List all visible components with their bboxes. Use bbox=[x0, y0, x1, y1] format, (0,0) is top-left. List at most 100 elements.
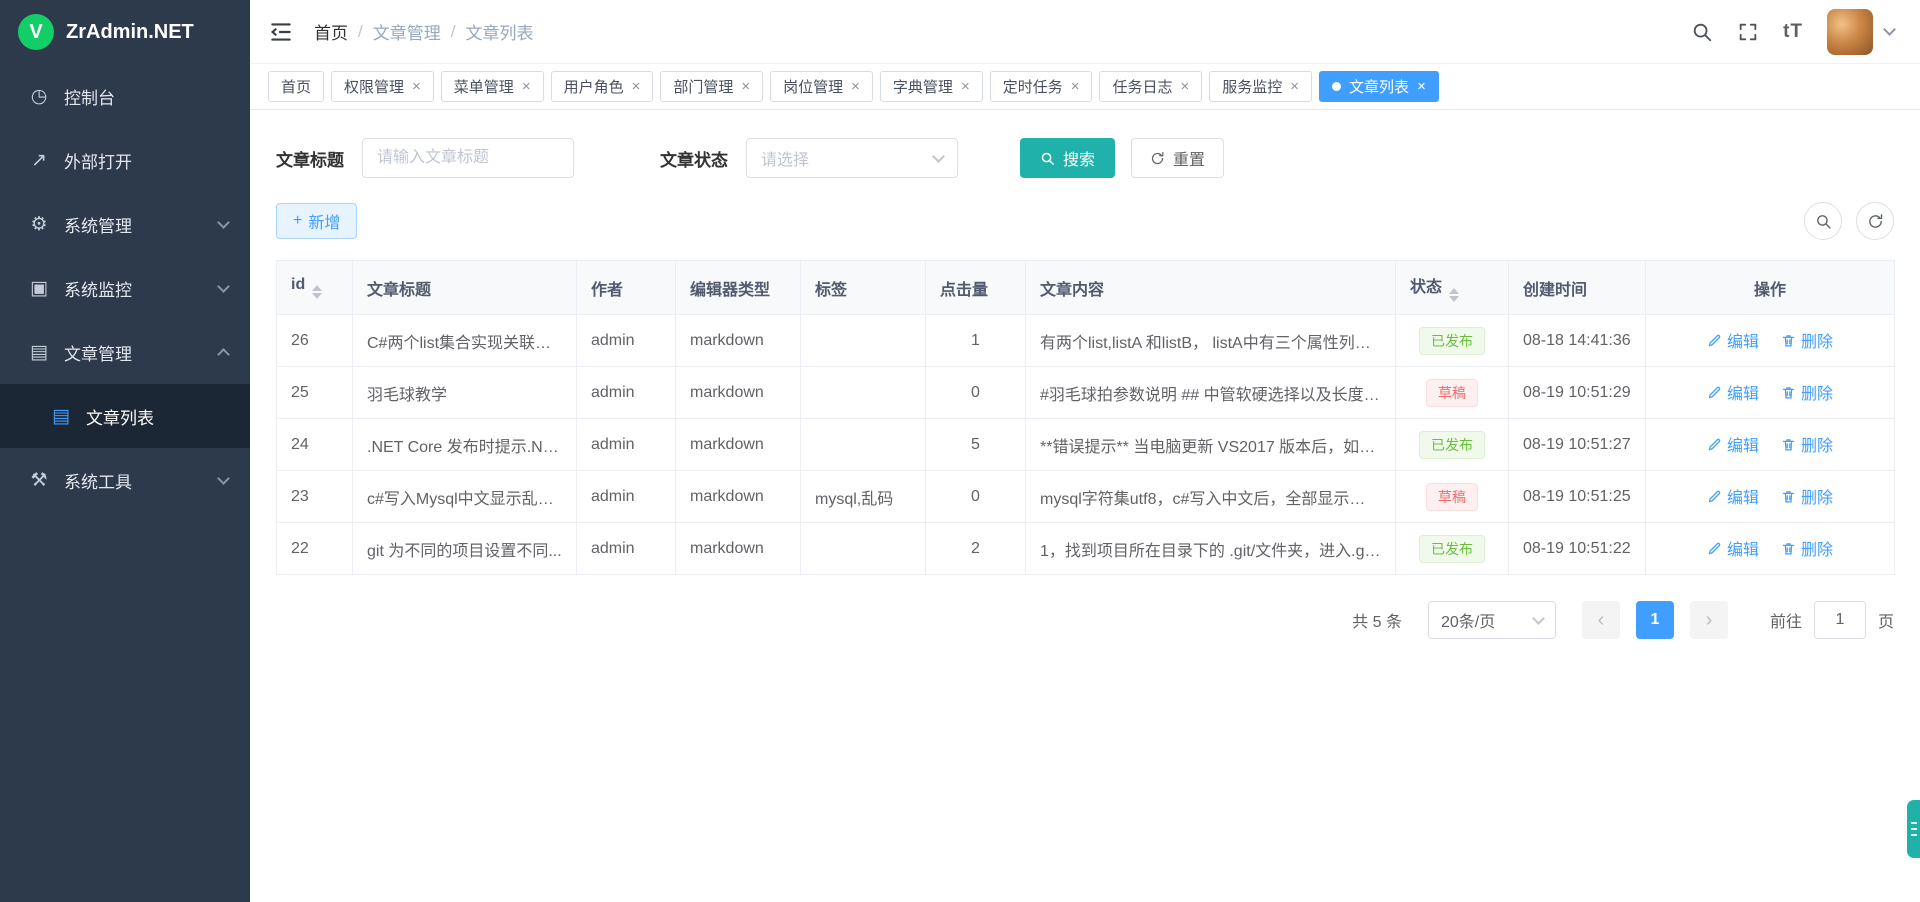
cell-clicks: 0 bbox=[926, 367, 1026, 419]
delete-link[interactable]: 删除 bbox=[1781, 380, 1833, 404]
cell-id: 22 bbox=[277, 523, 353, 575]
cell-ops: 编辑删除 bbox=[1646, 471, 1895, 523]
search-button[interactable]: 搜索 bbox=[1020, 138, 1115, 178]
cell-tag bbox=[801, 367, 926, 419]
delete-icon bbox=[1781, 437, 1796, 452]
next-page-button[interactable]: › bbox=[1690, 601, 1728, 639]
sidebar-item-label: 系统监控 bbox=[64, 276, 132, 301]
sidebar-item-article-list[interactable]: ▤文章列表 bbox=[0, 384, 250, 448]
cell-content: **错误提示** 当电脑更新 VS2017 版本后，如果... bbox=[1026, 419, 1396, 471]
cell-status: 草稿 bbox=[1396, 367, 1509, 419]
active-dot-icon bbox=[1332, 82, 1341, 91]
reset-button[interactable]: 重置 bbox=[1131, 138, 1224, 178]
refresh-icon bbox=[1867, 213, 1884, 230]
tag-item[interactable]: 文章列表× bbox=[1319, 71, 1439, 102]
cell-created: 08-19 10:51:27 bbox=[1509, 419, 1646, 471]
tag-item[interactable]: 权限管理× bbox=[331, 71, 434, 102]
column-header-id[interactable]: id bbox=[277, 261, 353, 315]
search-icon[interactable] bbox=[1691, 21, 1713, 43]
page-size-select[interactable]: 20条/页 bbox=[1428, 601, 1556, 639]
delete-link[interactable]: 删除 bbox=[1781, 328, 1833, 352]
delete-icon bbox=[1781, 385, 1796, 400]
breadcrumb-item[interactable]: 首页 bbox=[314, 19, 348, 44]
sidebar-item-label: 文章管理 bbox=[64, 340, 132, 365]
breadcrumb-item[interactable]: 文章管理 bbox=[373, 19, 441, 44]
tag-item[interactable]: 岗位管理× bbox=[770, 71, 873, 102]
app-title: ZrAdmin.NET bbox=[66, 21, 194, 44]
close-icon[interactable]: × bbox=[1181, 78, 1190, 95]
filter-form: 文章标题 文章状态 请选择 搜索 重置 bbox=[250, 110, 1920, 178]
cell-editor: markdown bbox=[676, 315, 801, 367]
cell-content: 1，找到项目所在目录下的 .git/文件夹，进入.git/... bbox=[1026, 523, 1396, 575]
tag-item[interactable]: 服务监控× bbox=[1209, 71, 1312, 102]
sidebar-item-article-management[interactable]: ▤文章管理 bbox=[0, 320, 250, 384]
tag-item[interactable]: 任务日志× bbox=[1099, 71, 1202, 102]
cell-tag bbox=[801, 523, 926, 575]
close-icon[interactable]: × bbox=[522, 78, 531, 95]
column-header-editor: 编辑器类型 bbox=[676, 261, 801, 315]
delete-link[interactable]: 删除 bbox=[1781, 432, 1833, 456]
close-icon[interactable]: × bbox=[632, 78, 641, 95]
tag-item[interactable]: 定时任务× bbox=[990, 71, 1093, 102]
user-avatar[interactable] bbox=[1827, 9, 1873, 55]
tag-item[interactable]: 首页 bbox=[268, 71, 324, 102]
cell-id: 24 bbox=[277, 419, 353, 471]
sidebar-item-system-management[interactable]: ⚙系统管理 bbox=[0, 192, 250, 256]
font-size-icon[interactable]: tT bbox=[1783, 21, 1803, 43]
page-number-1[interactable]: 1 bbox=[1636, 601, 1674, 639]
cell-title: C#两个list集合实现关联，... bbox=[353, 315, 577, 367]
scrollbar-thumb[interactable] bbox=[1907, 800, 1920, 858]
tag-label: 菜单管理 bbox=[454, 76, 514, 97]
edit-icon bbox=[1707, 437, 1722, 452]
sort-carets-icon bbox=[312, 285, 322, 299]
sidebar-item-label: 系统工具 bbox=[64, 468, 132, 493]
chevron-down-icon[interactable] bbox=[1883, 23, 1896, 36]
fullscreen-icon[interactable] bbox=[1737, 21, 1759, 43]
edit-link[interactable]: 编辑 bbox=[1707, 380, 1759, 404]
plus-icon: + bbox=[293, 212, 302, 230]
delete-link[interactable]: 删除 bbox=[1781, 484, 1833, 508]
sidebar-item-external-open[interactable]: ↗外部打开 bbox=[0, 128, 250, 192]
tag-item[interactable]: 菜单管理 × bbox=[441, 71, 544, 102]
close-icon[interactable]: × bbox=[1290, 78, 1299, 95]
article-title-input[interactable] bbox=[362, 138, 574, 178]
page-unit-label: 页 bbox=[1878, 608, 1894, 632]
search-icon bbox=[1040, 151, 1055, 166]
sidebar-item-system-monitor[interactable]: ▣ 系统监控 bbox=[0, 256, 250, 320]
cell-author: admin bbox=[577, 419, 676, 471]
close-icon[interactable]: × bbox=[1071, 78, 1080, 95]
toggle-search-button[interactable] bbox=[1804, 202, 1842, 240]
prev-page-button[interactable]: ‹ bbox=[1582, 601, 1620, 639]
sidebar-item-system-tools[interactable]: ⚒系统工具 bbox=[0, 448, 250, 512]
search-icon bbox=[1815, 213, 1832, 230]
gear-icon: ⚙ bbox=[26, 213, 52, 236]
app-logo: V ZrAdmin.NET bbox=[0, 0, 250, 64]
monitor-icon: ▣ bbox=[26, 277, 52, 300]
close-icon[interactable]: × bbox=[741, 78, 750, 95]
sidebar-item-dashboard[interactable]: ◷控制台 bbox=[0, 64, 250, 128]
close-icon[interactable]: × bbox=[851, 78, 860, 95]
edit-link[interactable]: 编辑 bbox=[1707, 484, 1759, 508]
refresh-table-button[interactable] bbox=[1856, 202, 1894, 240]
column-header-status[interactable]: 状态 bbox=[1396, 261, 1509, 315]
edit-link[interactable]: 编辑 bbox=[1707, 328, 1759, 352]
edit-link[interactable]: 编辑 bbox=[1707, 536, 1759, 560]
add-button[interactable]: + 新增 bbox=[276, 203, 357, 239]
article-status-select[interactable]: 请选择 bbox=[746, 138, 958, 178]
tag-item[interactable]: 部门管理× bbox=[660, 71, 763, 102]
close-icon[interactable]: × bbox=[412, 78, 421, 95]
goto-page-input[interactable] bbox=[1814, 601, 1866, 639]
edit-link[interactable]: 编辑 bbox=[1707, 432, 1759, 456]
delete-link[interactable]: 删除 bbox=[1781, 536, 1833, 560]
toolbar-right bbox=[1804, 202, 1894, 240]
tag-label: 用户角色 bbox=[564, 76, 624, 97]
cell-content: 有两个list,listA 和listB， listA中有三个属性列为St... bbox=[1026, 315, 1396, 367]
tag-item[interactable]: 字典管理× bbox=[880, 71, 983, 102]
tag-item[interactable]: 用户角色 × bbox=[551, 71, 654, 102]
cell-id: 25 bbox=[277, 367, 353, 419]
table-row: 26C#两个list集合实现关联，...adminmarkdown1有两个lis… bbox=[277, 315, 1895, 367]
close-icon[interactable]: × bbox=[1417, 78, 1426, 95]
close-icon[interactable]: × bbox=[961, 78, 970, 95]
goto-page: 前往 页 bbox=[1770, 601, 1894, 639]
collapse-sidebar-icon[interactable] bbox=[268, 19, 294, 45]
